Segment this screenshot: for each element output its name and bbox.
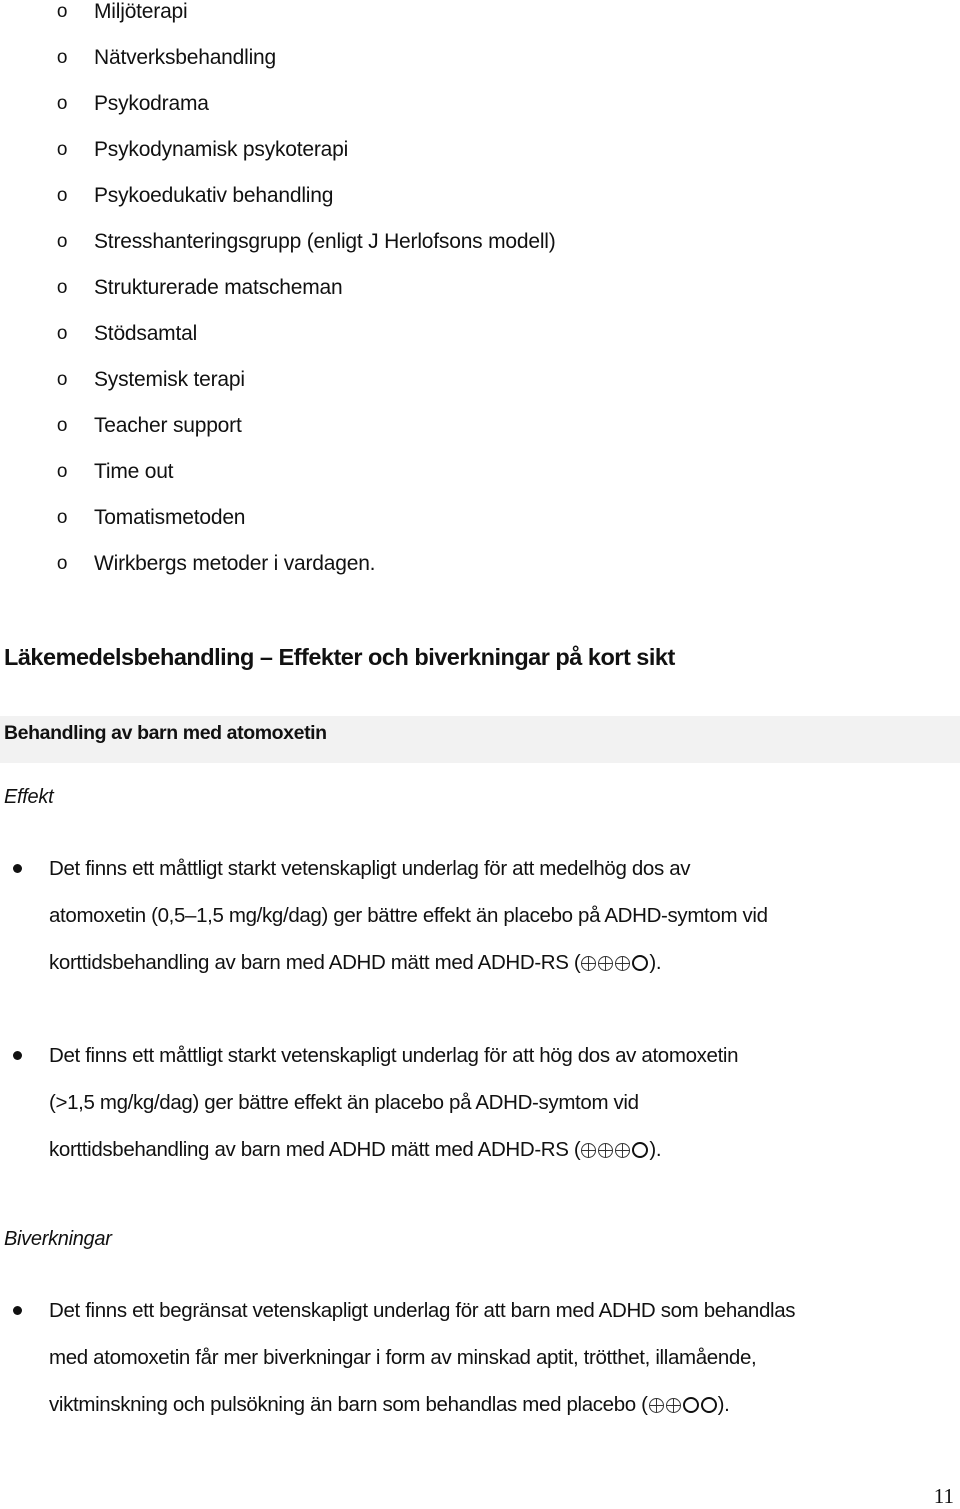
hollow-bullet-icon: o xyxy=(56,553,68,574)
grade-filled-icon xyxy=(615,956,631,971)
evidence-grade xyxy=(580,951,649,974)
effekt-bullet-2: Det finns ett måttligt starkt vetenskapl… xyxy=(49,1032,949,1173)
biverkningar-bullet-1: Det finns ett begränsat vetenskapligt un… xyxy=(49,1287,949,1428)
list-item-text: Stresshanteringsgrupp (enligt J Herlofso… xyxy=(94,230,556,253)
page-number: 11 xyxy=(933,1484,954,1508)
list-item-text: Time out xyxy=(94,460,174,483)
list-item-text: Psykodrama xyxy=(94,92,209,115)
biverkningar-label: Biverkningar xyxy=(4,1228,112,1250)
bullet-icon xyxy=(13,1306,22,1315)
hollow-bullet-icon: o xyxy=(56,93,68,114)
hollow-bullet-icon: o xyxy=(56,369,68,390)
hollow-bullet-icon: o xyxy=(56,231,68,252)
text-line: atomoxetin (0,5–1,5 mg/kg/dag) ger bättr… xyxy=(49,904,768,927)
text-line: med atomoxetin får mer biverkningar i fo… xyxy=(49,1346,757,1369)
list-item-text: Systemisk terapi xyxy=(94,368,245,391)
list-item-text: Wirkbergs metoder i vardagen. xyxy=(94,552,376,575)
section-heading: Läkemedelsbehandling – Effekter och bive… xyxy=(4,644,675,670)
grade-filled-icon xyxy=(665,1398,681,1413)
evidence-grade xyxy=(580,1138,649,1161)
grade-filled-icon xyxy=(598,1143,614,1158)
hollow-bullet-icon: o xyxy=(56,415,68,436)
list-item-text: Nätverksbehandling xyxy=(94,46,277,69)
list-item-text: Stödsamtal xyxy=(94,322,198,345)
line-suffix: ). xyxy=(717,1393,730,1416)
grade-empty-icon xyxy=(632,1142,649,1158)
text-line: korttidsbehandling av barn med ADHD mätt… xyxy=(49,939,949,986)
grade-empty-icon xyxy=(632,955,649,971)
effekt-label: Effekt xyxy=(4,786,54,808)
grade-empty-icon xyxy=(700,1397,717,1413)
text-line: viktminskning och pulsökning än barn som… xyxy=(49,1381,949,1428)
text-line-content: korttidsbehandling av barn med ADHD mätt… xyxy=(49,951,581,974)
hollow-bullet-icon: o xyxy=(56,507,68,528)
grade-filled-icon xyxy=(598,956,614,971)
list-item-text: Tomatismetoden xyxy=(94,506,246,529)
list-item-text: Strukturerade matscheman xyxy=(94,276,343,299)
bullet-icon xyxy=(13,864,22,873)
line-suffix: ). xyxy=(649,951,662,974)
grade-filled-icon xyxy=(581,1143,597,1158)
hollow-bullet-icon: o xyxy=(56,185,68,206)
grade-filled-icon xyxy=(581,956,597,971)
bullet-icon xyxy=(13,1051,22,1060)
hollow-bullet-icon: o xyxy=(56,461,68,482)
list-item-text: Psykoedukativ behandling xyxy=(94,184,334,207)
hollow-bullet-icon: o xyxy=(56,139,68,160)
hollow-bullet-icon: o xyxy=(56,323,68,344)
evidence-grade xyxy=(648,1393,718,1416)
grade-filled-icon xyxy=(648,1398,664,1413)
text-line-content: korttidsbehandling av barn med ADHD mätt… xyxy=(49,1138,581,1161)
hollow-bullet-icon: o xyxy=(56,1,68,22)
hollow-bullet-icon: o xyxy=(56,47,68,68)
text-line: Det finns ett måttligt starkt vetenskapl… xyxy=(49,857,691,880)
grade-empty-icon xyxy=(682,1397,699,1413)
text-line: Det finns ett begränsat vetenskapligt un… xyxy=(49,1299,796,1322)
list-item-text: Miljöterapi xyxy=(94,0,188,23)
text-line: Det finns ett måttligt starkt vetenskapl… xyxy=(49,1044,739,1067)
effekt-bullet-1: Det finns ett måttligt starkt vetenskapl… xyxy=(49,845,949,986)
hollow-bullet-icon: o xyxy=(56,277,68,298)
text-line: (>1,5 mg/kg/dag) ger bättre effekt än pl… xyxy=(49,1091,639,1114)
list-item-text: Psykodynamisk psykoterapi xyxy=(94,138,349,161)
grade-filled-icon xyxy=(615,1143,631,1158)
text-line: korttidsbehandling av barn med ADHD mätt… xyxy=(49,1126,949,1173)
subheading: Behandling av barn med atomoxetin xyxy=(4,722,327,744)
text-line-content: viktminskning och pulsökning än barn som… xyxy=(49,1393,648,1416)
list-item-text: Teacher support xyxy=(94,414,242,437)
line-suffix: ). xyxy=(649,1138,662,1161)
